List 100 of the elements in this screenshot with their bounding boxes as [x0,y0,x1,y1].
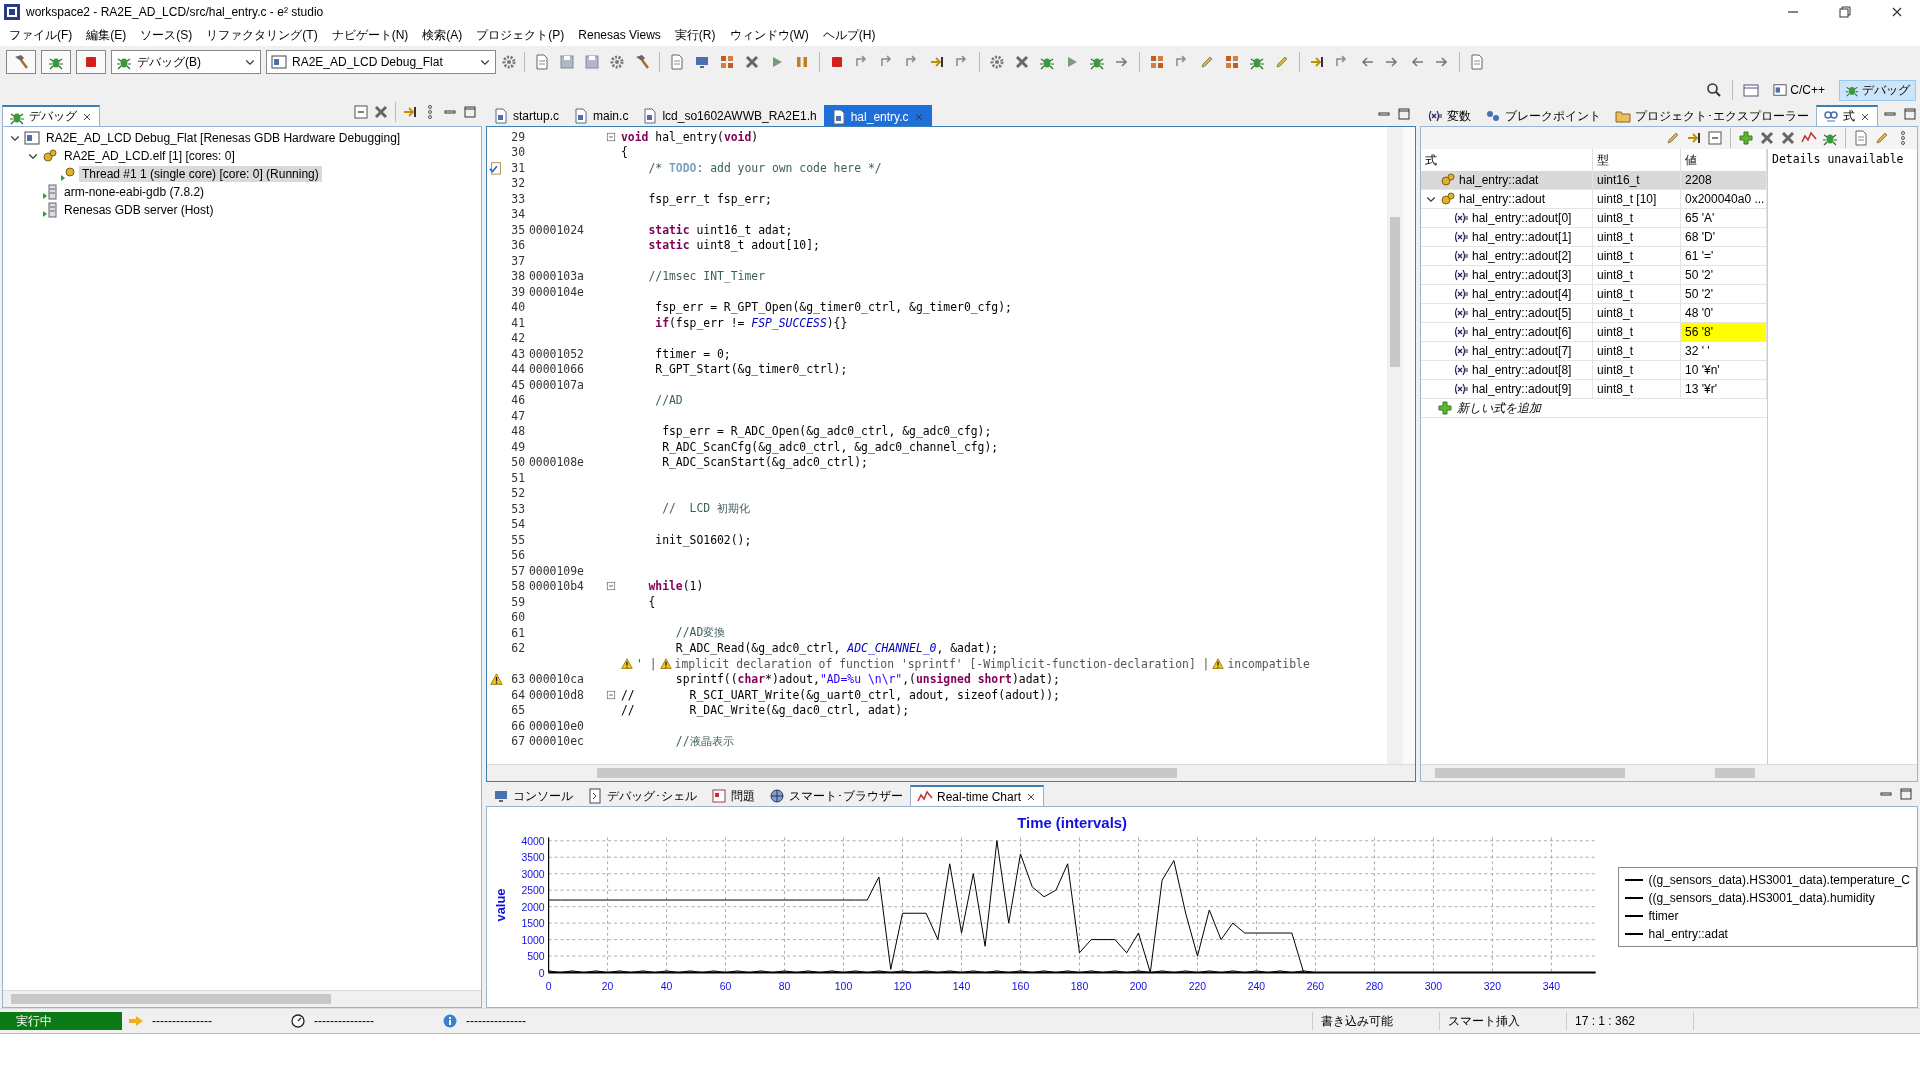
expression-name: hal_entry::adout[1] [1472,230,1572,244]
code-line: //液晶表示 [674,733,734,749]
line-number: 40 [510,300,525,315]
line-number: 30 [510,145,525,160]
line-number: 53 [510,501,525,516]
status-text: --------------- [314,1014,374,1028]
address-text: 0000109e [529,563,584,578]
tick-label: 3000 [521,868,545,880]
code-line: { [621,145,628,160]
line-number: 62 [510,641,525,656]
expression-name: hal_entry::adout[5] [1472,306,1572,320]
tick-label: 300 [1424,981,1443,993]
line-number: 48 [510,424,525,439]
tick-label: 240 [1247,981,1266,993]
line-number: 46 [510,393,525,408]
code-line: fsp_err_t fsp_err; [647,191,772,206]
line-number: 54 [510,517,525,532]
code-line: R_ADC_ScanStart(&g_adc0_ctrl); [661,455,868,470]
tick-label: 0 [538,967,545,979]
tick-label: 3500 [521,852,545,864]
address-text: 000010d8 [529,687,584,702]
address-text: 0000108e [529,455,584,470]
expression-name: hal_entry::adout[2] [1472,249,1572,263]
line-number: 43 [510,346,525,361]
tick-label: 0 [545,981,552,993]
expression-name: hal_entry::adout[8] [1472,363,1572,377]
line-number: 37 [510,253,525,268]
tick-label: 140 [952,981,971,993]
status-indicator: 実行中 [0,1012,122,1030]
address-text: 00001052 [529,346,584,361]
table-cell: 2208 [1681,171,1767,189]
table-cell: 61 '=' [1681,247,1767,265]
axis-label: value [492,888,508,922]
address-text: 000010e0 [529,718,584,733]
tick-label: 340 [1542,981,1561,993]
annotation-text: ' | [636,656,657,671]
table-cell: uint8_t [1593,247,1681,265]
expression-name: hal_entry::adout[0] [1472,211,1572,225]
table-cell: uint16_t [1593,171,1681,189]
tick-label: 20 [601,981,614,993]
address-text: 00001066 [529,362,584,377]
legend-label: hal_entry::adat [1648,927,1728,941]
tick-label: 120 [893,981,912,993]
expression-name: hal_entry::adout[4] [1472,287,1572,301]
line-number: 52 [510,486,525,501]
line-number: 51 [510,470,525,485]
code-line: init_SO1602(); [654,532,752,547]
table-cell: uint8_t [1593,266,1681,284]
line-number: 45 [510,377,525,392]
code-line: fsp_err = R_ADC_Open(&g_adc0_ctrl, &g_adc0_cfg); [661,424,992,439]
code-line: static uint8_t adout[10]; [647,238,820,253]
table-cell: 56 '8' [1681,323,1767,341]
expression-name: hal_entry::adout[6] [1472,325,1572,339]
table-cell: 50 '2' [1681,285,1767,303]
table-cell: 50 '2' [1681,266,1767,284]
line-number: 59 [510,594,525,609]
table-cell: 48 '0' [1681,304,1767,322]
line-number: 66 [510,718,525,733]
code-line: sprintf((char*)adout,"AD=%u \n\r",(unsigned short)adat); [674,672,1060,687]
status-text: 書き込み可能 [1312,1012,1439,1030]
status-text: スマート挿入 [1439,1012,1566,1030]
table-cell: uint8_t [10] [1593,190,1681,208]
code-line: R_ADC_ScanCfg(&g_adc0_ctrl, &g_adc0_channel_cfg); [661,439,999,454]
line-number: 44 [510,362,525,377]
tick-label: 160 [1011,981,1030,993]
table-cell: uint8_t [1593,209,1681,227]
code-line: { [647,594,656,609]
address-text: 0000107a [529,377,584,392]
expression-name: hal_entry::adout[9] [1472,382,1572,396]
tick-label: 500 [527,951,545,963]
line-number: 63 [510,672,525,687]
legend-label: ftimer [1648,909,1679,923]
code-line: static uint16_t adat; [647,222,793,237]
address-text: 000010ca [529,672,584,687]
line-number: 36 [510,238,525,253]
code-line: /* TODO: add your own code here */ [647,160,882,175]
code-line: fsp_err = R_GPT_Open(&g_timer0_ctrl, &g_timer0_cfg); [654,300,1012,315]
expression-name: hal_entry::adout[7] [1472,344,1572,358]
tick-label: 60 [719,981,732,993]
expression-name: hal_entry::adat [1459,173,1539,187]
line-number: 61 [510,625,525,640]
status-text: 17 : 1 : 362 [1566,1012,1693,1030]
details-text: Details unavailable [1772,152,1904,166]
status-text: --------------- [466,1014,526,1028]
address-text: 00001024 [529,222,584,237]
table-cell: uint8_t [1593,361,1681,379]
code-line: // R_DAC_Write(&g_dac0_ctrl, adat); [621,703,910,718]
table-cell: uint8_t [1593,228,1681,246]
address-text: 0000103a [529,269,584,284]
line-number: 57 [510,563,525,578]
code-line: //1msec INT_Timer [647,269,765,284]
tick-label: 200 [1129,981,1148,993]
code-line: R_GPT_Start(&g_timer0_ctrl); [654,362,848,377]
expression-name: hal_entry::adout[3] [1472,268,1572,282]
code-line: ftimer = 0; [654,346,731,361]
tick-label: 4000 [521,835,545,847]
line-number: 35 [510,222,525,237]
line-number: 55 [510,532,525,547]
table-cell: 13 '¥r' [1681,380,1767,398]
line-number: 31 [510,160,525,175]
